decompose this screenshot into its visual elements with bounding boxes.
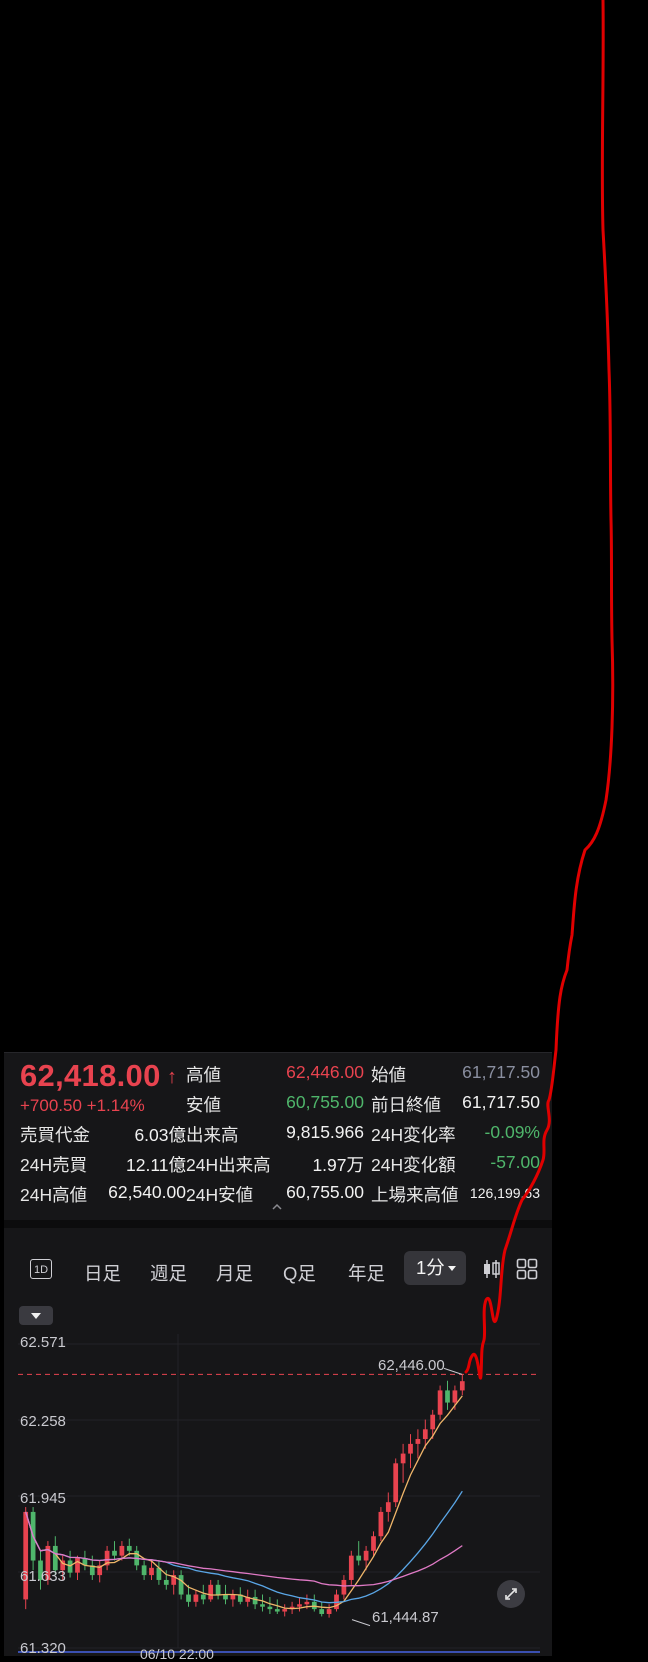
candle-body (371, 1536, 376, 1551)
high-marker-label: 62,446.00 (378, 1357, 445, 1374)
fullscreen-button[interactable] (497, 1580, 525, 1608)
candle-body (267, 1606, 273, 1610)
candle-body (230, 1594, 236, 1600)
candle-body (193, 1594, 199, 1602)
candle-body (400, 1453, 406, 1464)
candle-body (163, 1579, 169, 1585)
candle-body (223, 1594, 228, 1600)
candle-body (445, 1390, 450, 1403)
candle-body (215, 1584, 221, 1595)
candle-body (186, 1594, 191, 1602)
candle-body (304, 1601, 310, 1605)
y-tick-61945: 61.945 (20, 1490, 66, 1507)
candle-body (252, 1596, 258, 1605)
candle-body (200, 1594, 206, 1600)
candle-body (178, 1575, 184, 1595)
candle-body (459, 1381, 465, 1391)
y-tick-62571: 62.571 (20, 1334, 66, 1351)
candle-body (112, 1550, 117, 1556)
low-marker-label: 61,444.87 (372, 1609, 439, 1626)
candle-body (67, 1560, 73, 1573)
y-tick-61320: 61.320 (20, 1640, 66, 1657)
candle-body (141, 1565, 147, 1576)
candle-body (430, 1414, 436, 1430)
candle-body (126, 1545, 132, 1551)
candle-body (326, 1609, 332, 1614)
candle-body (311, 1601, 317, 1610)
candle-body (274, 1609, 280, 1612)
candle-body (385, 1502, 391, 1512)
candle-body (415, 1439, 421, 1444)
candle-body (208, 1584, 214, 1600)
y-tick-61633: 61.633 (20, 1568, 66, 1585)
candle-body (393, 1463, 399, 1503)
candle-body (23, 1511, 29, 1600)
candle-body (149, 1567, 154, 1576)
quote-panel: 62,418.00 ↑ +700.50 +1.14% 高値 62,446.00 … (4, 1052, 552, 1662)
y-tick-62258: 62.258 (20, 1413, 66, 1430)
high-marker-leader (443, 1367, 463, 1375)
candle-body (75, 1558, 80, 1573)
candle-body (452, 1390, 458, 1403)
candle-body (52, 1545, 58, 1571)
candle-body (437, 1390, 443, 1415)
candle-body (297, 1604, 302, 1607)
candle-body (341, 1579, 347, 1595)
candle-body (422, 1429, 428, 1440)
low-marker-leader (351, 1619, 371, 1627)
candle-body (356, 1555, 362, 1561)
candle-body (348, 1555, 354, 1580)
candle-body (363, 1550, 369, 1561)
candlestick-chart[interactable] (4, 1052, 552, 1656)
candle-body (408, 1443, 413, 1454)
fullscreen-expand-icon (505, 1588, 517, 1600)
candle-body (282, 1609, 288, 1612)
candle-body (260, 1604, 265, 1607)
candle-body (378, 1511, 384, 1537)
candle-body (319, 1609, 325, 1614)
x-tick-label: 06/10 22:00 (140, 1646, 214, 1662)
candle-body (119, 1545, 125, 1556)
ma-mid-line (25, 1490, 463, 1604)
